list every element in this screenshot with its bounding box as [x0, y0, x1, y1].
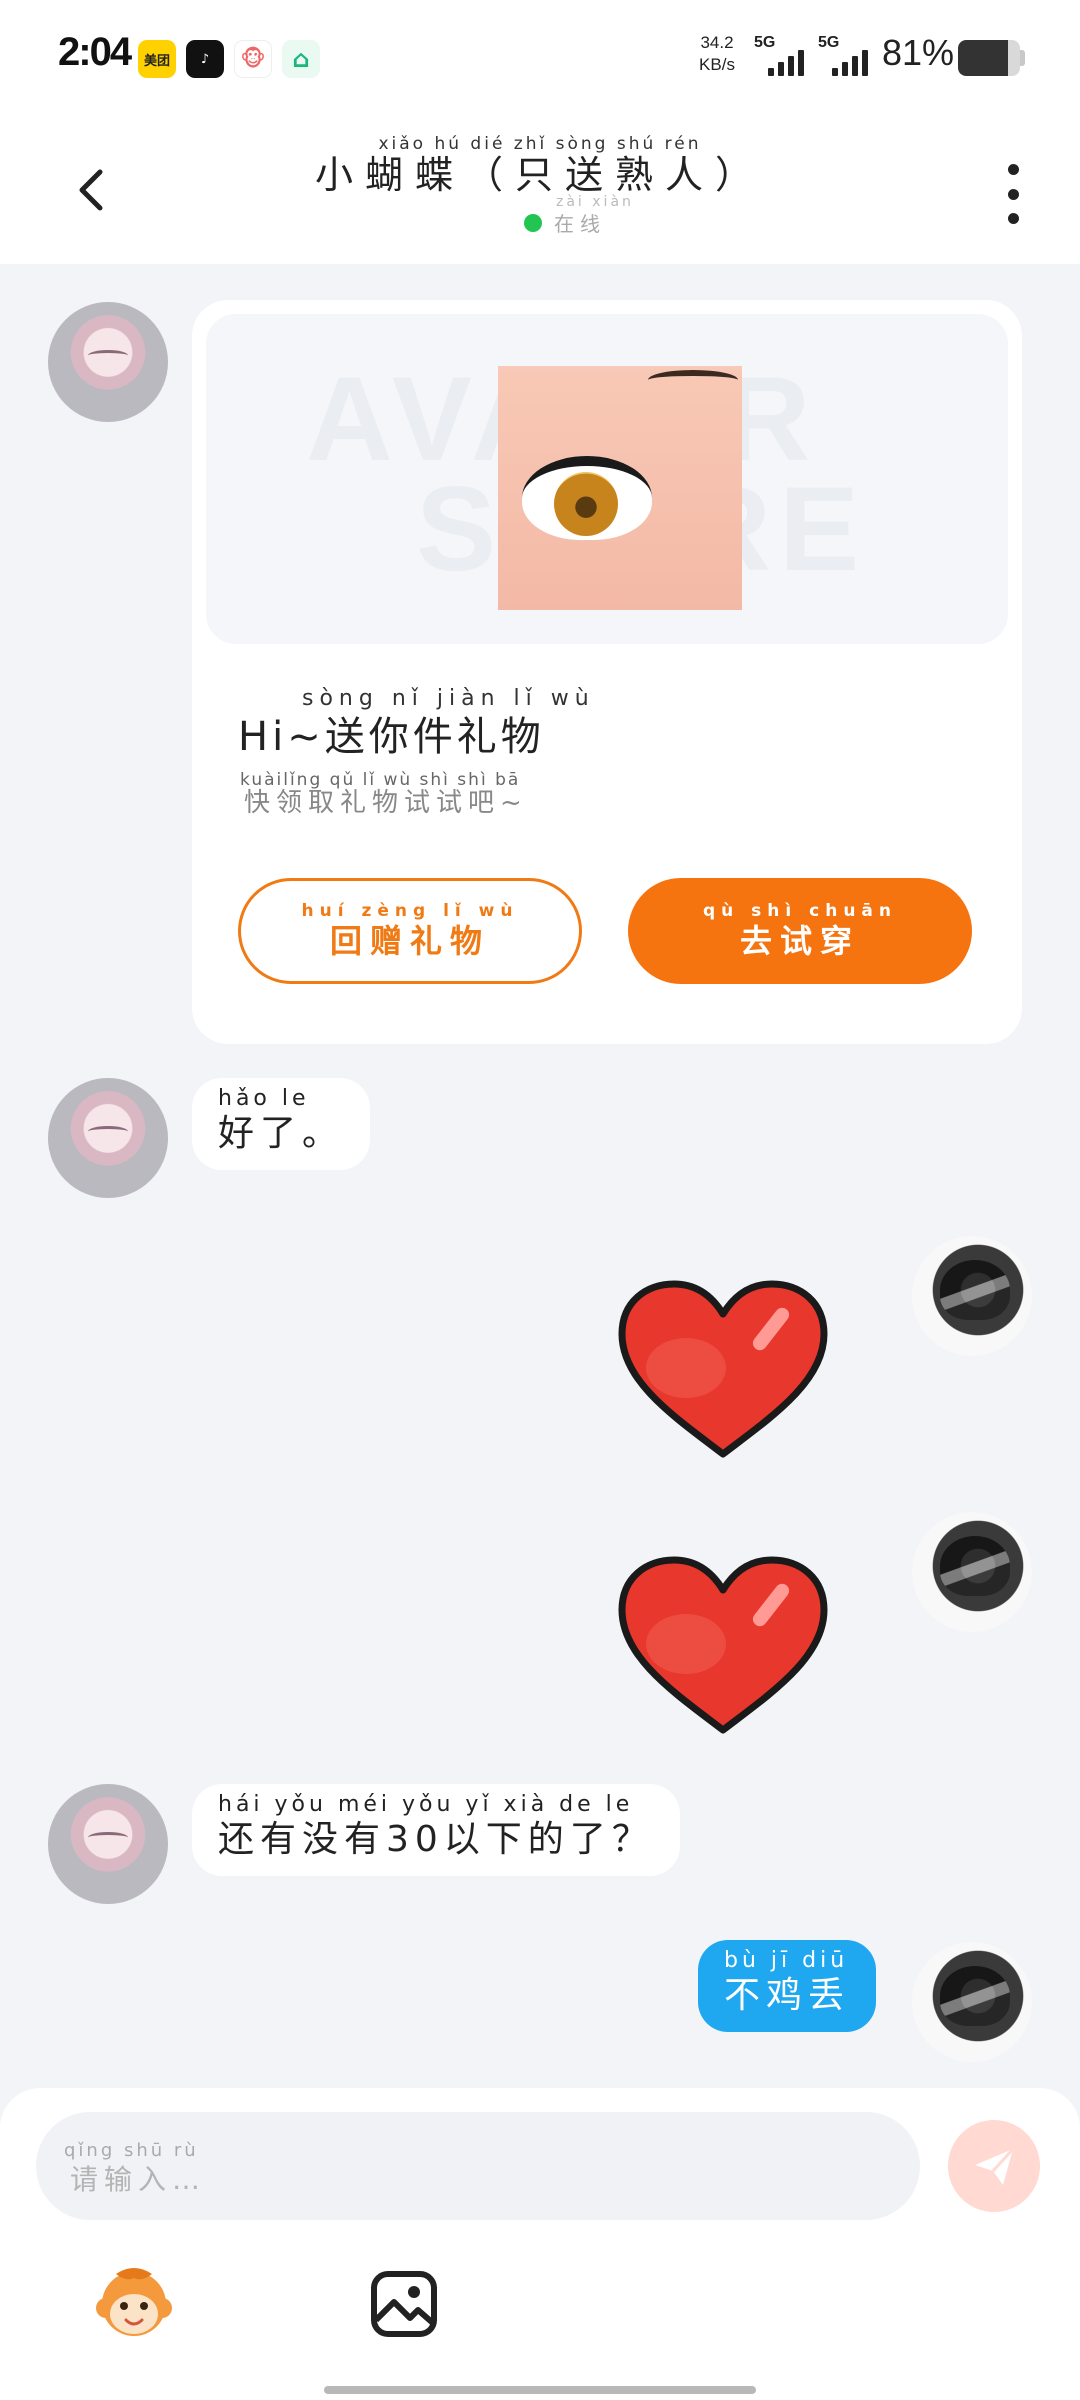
meituan-icon: 美团 [138, 40, 176, 78]
emoji-monkey-button[interactable] [94, 2264, 174, 2344]
gift-banner: AVATAR STORE [206, 314, 1008, 644]
contact-name[interactable]: 小蝴蝶（只送熟人） [0, 144, 1080, 199]
message-text: 还有没有30以下的了？ [218, 1819, 654, 1860]
my-avatar[interactable] [912, 1236, 1032, 1356]
message-input[interactable]: qǐng shū rù 请输入… [36, 2112, 920, 2220]
heart-icon[interactable] [616, 1278, 830, 1462]
send-button[interactable] [948, 2120, 1040, 2212]
message-text: 不鸡丢 [724, 1975, 851, 2016]
notification-app-icons: 美团 ♪ 🐵 ⌂ [138, 40, 320, 78]
more-dot-icon [1007, 188, 1019, 200]
more-dot-icon [1007, 164, 1019, 175]
status-bar: 2:04 美团 ♪ 🐵 ⌂ 34.2 KB/s 5G 5G 81% [0, 0, 1080, 112]
message-pinyin: hǎo le [218, 1086, 310, 1111]
more-options-button[interactable] [998, 164, 1028, 224]
contact-avatar[interactable] [48, 1784, 168, 1904]
online-dot-icon [524, 213, 542, 232]
monkey-face-icon [96, 2268, 172, 2336]
composer: qǐng shū rù 请输入… [0, 2088, 1080, 2400]
gift-title: Hi~送你件礼物 [238, 714, 545, 760]
return-gift-label: 回赠礼物 [329, 922, 490, 960]
network-speed: 34.2 KB/s [692, 32, 742, 76]
tiktok-icon: ♪ [186, 40, 224, 78]
network-speed-value: 34.2 [700, 33, 734, 52]
gift-image-brow [648, 370, 738, 390]
contact-avatar[interactable] [48, 1078, 168, 1198]
gift-card-message: AVATAR STORE sòng nǐ jiàn lǐ wù Hi~送你件礼物… [192, 300, 1022, 1044]
online-status-text: 在线 [554, 212, 606, 236]
message-pinyin: hái yǒu méi yǒu yǐ xià de le [218, 1792, 634, 1817]
online-status: zài xiàn 在线 [524, 194, 631, 237]
message-text: 好了。 [218, 1113, 345, 1154]
image-icon [371, 2271, 437, 2337]
message-bubble[interactable]: hái yǒu méi yǒu yǐ xià de le 还有没有30以下的了？ [192, 1784, 680, 1876]
battery-percentage: 81% [882, 32, 955, 73]
my-avatar[interactable] [912, 1512, 1032, 1632]
battery-icon [958, 40, 1020, 76]
online-status-pinyin: zài xiàn [556, 194, 634, 210]
gift-subtitle: 快领取礼物试试吧~ [244, 788, 528, 818]
try-on-pinyin: qù shì chuān [702, 901, 897, 921]
more-dot-icon [1007, 213, 1019, 224]
return-gift-pinyin: huí zèng lǐ wù [301, 901, 519, 921]
image-picker-button[interactable] [364, 2264, 444, 2344]
message-pinyin: bù jī diū [724, 1948, 849, 1973]
message-bubble[interactable]: hǎo le 好了。 [192, 1078, 371, 1170]
my-avatar[interactable] [912, 1942, 1032, 2062]
input-placeholder: 请输入… [70, 2163, 207, 2196]
network-speed-unit: KB/s [699, 55, 735, 74]
return-gift-button[interactable]: huí zèng lǐ wù 回赠礼物 [238, 878, 582, 984]
chat-header: xiǎo hú dié zhǐ sòng shú rén 小蝴蝶（只送熟人） z… [0, 112, 1080, 264]
contact-avatar[interactable] [48, 302, 168, 422]
signal-icon: 5G [818, 34, 884, 78]
status-time: 2:04 [58, 30, 132, 74]
heart-icon[interactable] [616, 1554, 830, 1738]
gift-preview-image[interactable] [498, 366, 742, 610]
home-app-icon: ⌂ [282, 40, 320, 78]
try-on-button[interactable]: qù shì chuān 去试穿 [628, 878, 972, 984]
my-message-bubble[interactable]: bù jī diū 不鸡丢 [698, 1940, 877, 2032]
gift-image-iris [554, 472, 618, 536]
try-on-label: 去试穿 [739, 922, 860, 960]
battery-tip [1020, 50, 1025, 66]
battery-fill [958, 40, 1009, 76]
signal-icon: 5G [754, 34, 820, 78]
monkey-app-icon: 🐵 [234, 40, 272, 78]
gift-image-eye [522, 456, 652, 540]
send-icon [975, 2147, 1015, 2185]
home-indicator[interactable] [324, 2386, 756, 2394]
